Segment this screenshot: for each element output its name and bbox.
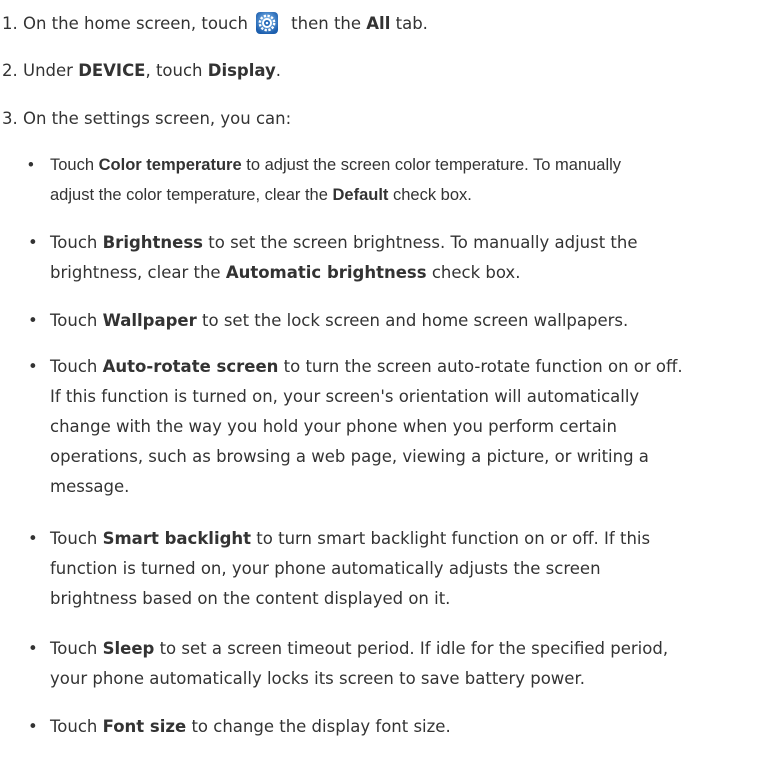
auto-rotate-label: Auto-rotate screen (102, 357, 279, 376)
step-3: 3. On the settings screen, you can: (2, 108, 291, 130)
step-text: then the (285, 14, 367, 33)
step-number: 2. (2, 61, 18, 80)
step-text: Under (17, 61, 79, 80)
bullet-dot: • (28, 156, 34, 174)
bullet-color-temperature: • Touch Color temperature to adjust the s… (28, 150, 750, 210)
bullet-auto-rotate: • Touch Auto-rotate screen to turn the sc… (28, 352, 750, 502)
step-number: 3. (2, 109, 18, 128)
brightness-label: Brightness (102, 233, 204, 252)
display-menu-label: Display (207, 61, 276, 80)
step-text: , touch (145, 61, 208, 80)
font-size-label: Font size (102, 717, 187, 736)
bullet-wallpaper: • Touch Wallpaper to set the lock screen … (28, 306, 750, 336)
bullet-dot: • (28, 717, 38, 736)
bullet-dot: • (28, 529, 38, 548)
bullet-font-size: • Touch Font size to change the display f… (28, 712, 750, 742)
default-checkbox-label: Default (332, 186, 389, 204)
step-text: On the home screen, touch (17, 14, 248, 33)
step-1: 1. On the home screen, touch then the Al… (2, 12, 428, 35)
step-number: 1. (2, 14, 18, 33)
step-text: tab. (390, 14, 428, 33)
wallpaper-label: Wallpaper (102, 311, 197, 330)
device-section-label: DEVICE (78, 61, 146, 80)
all-tab-label: All (366, 14, 391, 33)
bullet-dot: • (28, 311, 38, 330)
automatic-brightness-label: Automatic brightness (225, 263, 427, 282)
step-text: On the settings screen, you can: (17, 109, 292, 128)
bullet-dot: • (28, 233, 38, 252)
color-temperature-label: Color temperature (98, 156, 242, 174)
bullet-sleep: • Touch Sleep to set a screen timeout per… (28, 634, 750, 694)
step-2: 2. Under DEVICE, touch Display. (2, 60, 281, 82)
bullet-dot: • (28, 357, 38, 376)
bullet-dot: • (28, 639, 38, 658)
bullet-smart-backlight: • Touch Smart backlight to turn smart bac… (28, 524, 750, 614)
bullet-brightness: • Touch Brightness to set the screen brig… (28, 228, 750, 288)
sleep-label: Sleep (102, 639, 155, 658)
settings-gear-icon (255, 12, 278, 34)
instructions-document: 1. On the home screen, touch then the Al… (0, 0, 758, 774)
smart-backlight-label: Smart backlight (102, 529, 252, 548)
step-text: . (275, 61, 282, 80)
